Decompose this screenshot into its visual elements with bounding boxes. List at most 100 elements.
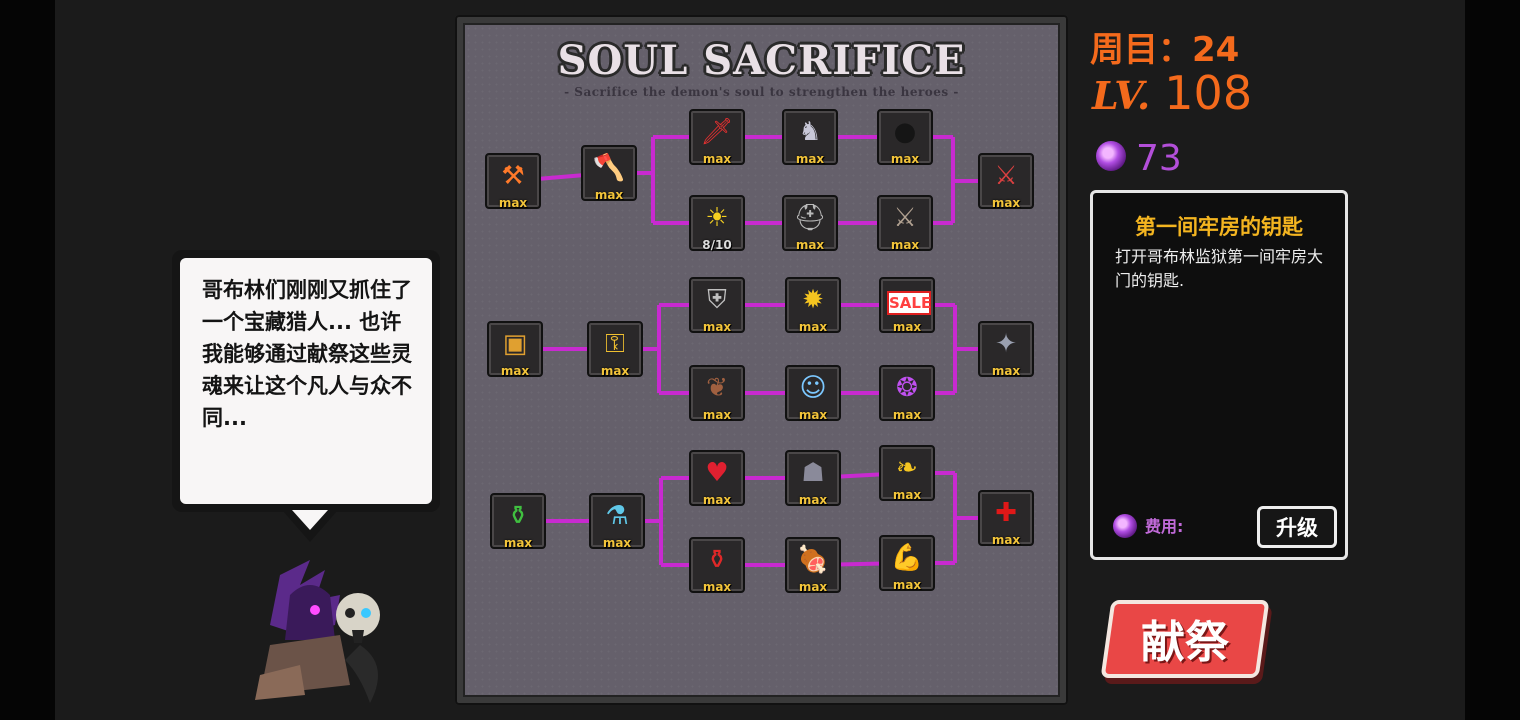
- winged-boot-icon: ❦: [706, 373, 728, 403]
- skill-node-red-cross[interactable]: ✚ max: [978, 490, 1034, 547]
- key-icon: ⚿: [605, 329, 625, 359]
- skill-node-armored-knight[interactable]: ♞ max: [782, 109, 838, 166]
- helmet-icon: ⛑: [793, 203, 827, 233]
- skill-node-helmet[interactable]: ⛑ max: [782, 195, 838, 252]
- skill-node-crossed-axes[interactable]: ⚔ max: [978, 153, 1034, 210]
- skill-level-label: max: [798, 580, 828, 594]
- armored-knight-icon: ♞: [798, 117, 822, 147]
- skill-node-golden-drop[interactable]: ❧ max: [879, 445, 935, 502]
- skill-node-purple-soul[interactable]: ❂ max: [879, 365, 935, 422]
- skill-node-axe[interactable]: 🪓 max: [581, 145, 637, 202]
- heart-up-icon: ♥: [705, 458, 729, 488]
- purple-soul-icon: ❂: [896, 373, 918, 403]
- sacrifice-button-label: 献祭: [1141, 617, 1229, 668]
- left-letterbox: [0, 0, 55, 720]
- soul-icon: [1096, 141, 1126, 171]
- sale-sign-icon: SALE: [887, 291, 931, 315]
- skill-level-label: max: [798, 320, 828, 334]
- skill-node-sun-up[interactable]: ☀ 8/10: [689, 195, 745, 252]
- skill-node-sale-sign[interactable]: SALE max: [879, 277, 935, 334]
- skill-info-title: 第一间牢房的钥匙: [1135, 215, 1303, 239]
- skill-level-label: max: [892, 408, 922, 422]
- level-display: LV. 108: [1092, 66, 1252, 120]
- skill-node-heart-up[interactable]: ♥ max: [689, 450, 745, 507]
- potion-bottle-icon: ⚗: [605, 501, 629, 531]
- skill-node-hooded-reaper[interactable]: ☗ max: [785, 450, 841, 507]
- skill-node-anvil-fire[interactable]: ⚒ max: [485, 153, 541, 210]
- skill-node-sword-up[interactable]: 🗡 max: [689, 109, 745, 166]
- skill-node-red-potion[interactable]: ⚱ max: [689, 537, 745, 594]
- bomb-icon: ●: [893, 117, 917, 147]
- upgrade-button[interactable]: 升级: [1257, 506, 1337, 548]
- red-cross-icon: ✚: [995, 498, 1017, 528]
- skill-level-label: max: [503, 536, 533, 550]
- skill-level-label: max: [798, 493, 828, 507]
- skill-node-cauldron[interactable]: ⚱ max: [490, 493, 546, 550]
- level-value: 108: [1164, 66, 1253, 120]
- sword-up-icon: 🗡: [700, 117, 734, 147]
- meat-icon: 🍖: [796, 545, 830, 575]
- skill-node-key[interactable]: ⚿ max: [587, 321, 643, 378]
- skill-node-shield-up[interactable]: ⛨ max: [689, 277, 745, 334]
- soul-count: 73: [1096, 138, 1182, 179]
- cauldron-icon: ⚱: [507, 501, 529, 531]
- skill-level-label: max: [991, 364, 1021, 378]
- treasure-chest-icon: ▣: [502, 329, 528, 359]
- level-tag: LV.: [1092, 73, 1151, 118]
- skill-level-label: max: [702, 320, 732, 334]
- skill-level-label: max: [991, 533, 1021, 547]
- sacrifice-button[interactable]: 献祭: [1098, 592, 1276, 688]
- skill-level-label: max: [798, 408, 828, 422]
- skill-node-compass[interactable]: ✦ max: [978, 321, 1034, 378]
- soul-sacrifice-board: SOUL SACRIFICE - Sacrifice the demon's s…: [455, 15, 1068, 705]
- hooded-reaper-icon: ☗: [801, 458, 825, 488]
- skill-level-label: max: [702, 408, 732, 422]
- skill-level-label: 8/10: [702, 238, 732, 252]
- anvil-fire-icon: ⚒: [501, 161, 525, 191]
- skill-tree-links: [512, 135, 1006, 567]
- dialogue-bubble: 哥布林们刚刚又抓住了一个宝藏猎人... 也许我能够通过献祭这些灵魂来让这个凡人与…: [172, 250, 440, 512]
- skill-level-label: max: [890, 238, 920, 252]
- soul-count-value: 73: [1136, 138, 1182, 179]
- sun-up-icon: ☀: [705, 203, 729, 233]
- golden-drop-icon: ❧: [896, 453, 918, 483]
- skill-level-label: max: [594, 188, 624, 202]
- treasure-explosion-icon: ✹: [802, 285, 824, 315]
- skill-node-potion-bottle[interactable]: ⚗ max: [589, 493, 645, 550]
- skill-node-treasure-chest[interactable]: ▣ max: [487, 321, 543, 378]
- soul-icon: [1113, 513, 1137, 538]
- shield-up-icon: ⛨: [707, 285, 727, 315]
- axe-icon: 🪓: [592, 153, 626, 183]
- skill-info-panel: 第一间牢房的钥匙 打开哥布林监狱第一间牢房大门的钥匙. 费用: 升级: [1090, 190, 1348, 560]
- skill-info-description: 打开哥布林监狱第一间牢房大门的钥匙.: [1115, 247, 1324, 290]
- skill-node-ghost-halo[interactable]: ☺ max: [785, 365, 841, 422]
- skill-level-label: max: [892, 488, 922, 502]
- skill-node-claw-blades[interactable]: ⚔ max: [877, 195, 933, 252]
- skill-node-treasure-explosion[interactable]: ✹ max: [785, 277, 841, 334]
- skill-node-meat[interactable]: 🍖 max: [785, 537, 841, 594]
- skill-level-label: max: [892, 578, 922, 592]
- demon-character-sprite: [255, 560, 380, 703]
- skill-level-label: max: [892, 320, 922, 334]
- skill-level-label: max: [702, 580, 732, 594]
- skill-node-muscle-arm[interactable]: 💪 max: [879, 535, 935, 592]
- compass-icon: ✦: [995, 329, 1017, 359]
- skill-level-label: max: [795, 152, 825, 166]
- round-counter: 周目：24: [1090, 30, 1240, 70]
- skill-level-label: max: [498, 196, 528, 210]
- ghost-halo-icon: ☺: [799, 373, 827, 403]
- skill-level-label: max: [600, 364, 630, 378]
- skill-level-label: max: [702, 152, 732, 166]
- right-letterbox: [1465, 0, 1520, 720]
- skill-level-label: max: [890, 152, 920, 166]
- muscle-arm-icon: 💪: [890, 543, 924, 573]
- skill-node-winged-boot[interactable]: ❦ max: [689, 365, 745, 422]
- crossed-axes-icon: ⚔: [994, 161, 1018, 191]
- skill-level-label: max: [500, 364, 530, 378]
- skill-cost: 费用:: [1113, 513, 1183, 540]
- skill-node-bomb[interactable]: ● max: [877, 109, 933, 166]
- claw-blades-icon: ⚔: [893, 203, 917, 233]
- red-potion-icon: ⚱: [706, 545, 728, 575]
- skill-level-label: max: [795, 238, 825, 252]
- skill-level-label: max: [602, 536, 632, 550]
